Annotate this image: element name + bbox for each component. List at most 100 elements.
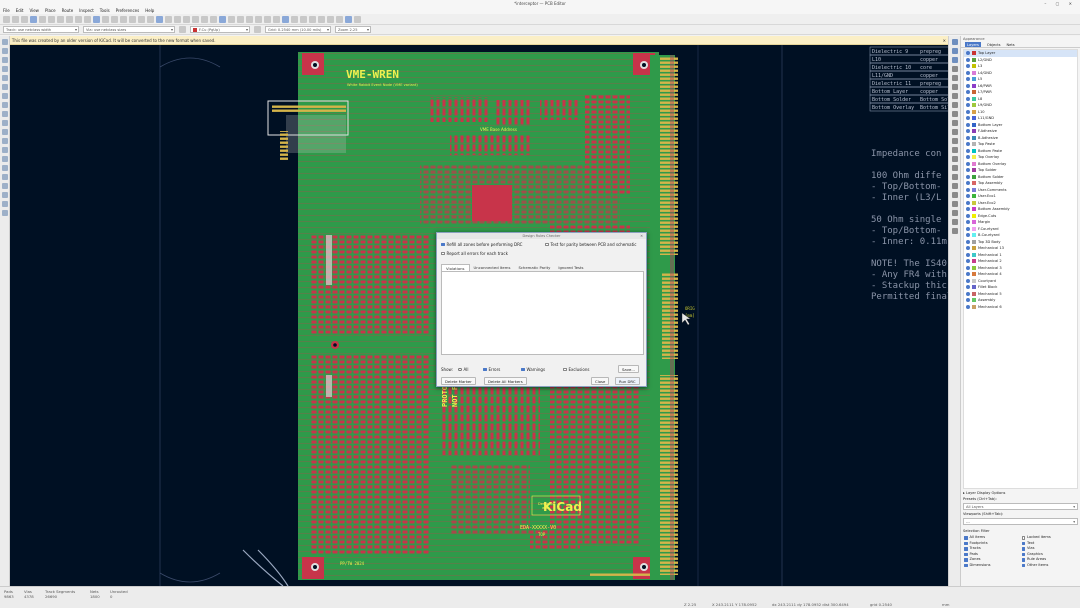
toolbar-button-icon[interactable] bbox=[120, 15, 127, 23]
layer-color-swatch[interactable] bbox=[972, 252, 976, 257]
left-tool-icon[interactable] bbox=[2, 75, 8, 81]
layer-select[interactable]: F.Cu (PgUp) bbox=[190, 26, 250, 33]
visibility-icon[interactable] bbox=[966, 135, 970, 140]
grid-icon[interactable] bbox=[254, 26, 261, 33]
layer-display-options[interactable]: ▸ Layer Display Options bbox=[963, 491, 1078, 495]
filter-checkbox[interactable] bbox=[964, 547, 968, 551]
layer-color-swatch[interactable] bbox=[972, 246, 976, 251]
layer-color-swatch[interactable] bbox=[972, 298, 976, 303]
left-tool-icon[interactable] bbox=[2, 138, 8, 144]
report-all-option[interactable]: Report all errors for each track bbox=[441, 251, 508, 256]
layer-color-swatch[interactable] bbox=[972, 207, 976, 212]
toolbar-button-icon[interactable] bbox=[291, 15, 298, 23]
report-all-checkbox[interactable] bbox=[441, 251, 445, 256]
refill-zones-checkbox[interactable] bbox=[441, 242, 445, 247]
toolbar-button-icon[interactable] bbox=[318, 15, 325, 23]
right-tool-icon[interactable] bbox=[952, 111, 958, 117]
toolbar-button-icon[interactable] bbox=[165, 15, 172, 23]
layer-color-swatch[interactable] bbox=[972, 285, 976, 290]
visibility-icon[interactable] bbox=[966, 129, 970, 134]
right-tool-icon[interactable] bbox=[952, 210, 958, 216]
filter-checkbox[interactable] bbox=[1021, 547, 1025, 551]
toolbar-button-icon[interactable] bbox=[48, 15, 55, 23]
layer-color-swatch[interactable] bbox=[972, 278, 976, 283]
toolbar-button-icon[interactable] bbox=[228, 15, 235, 23]
visibility-icon[interactable] bbox=[966, 116, 970, 121]
visibility-icon[interactable] bbox=[966, 233, 970, 238]
menu-file[interactable]: File bbox=[3, 7, 10, 14]
toolbar-button-icon[interactable] bbox=[147, 15, 154, 23]
left-tool-icon[interactable] bbox=[2, 201, 8, 207]
visibility-icon[interactable] bbox=[966, 161, 970, 166]
filter-checkbox[interactable] bbox=[1021, 552, 1025, 556]
right-tool-icon[interactable] bbox=[952, 183, 958, 189]
visibility-icon[interactable] bbox=[966, 194, 970, 199]
visibility-icon[interactable] bbox=[966, 174, 970, 179]
right-tool-icon[interactable] bbox=[952, 147, 958, 153]
visibility-icon[interactable] bbox=[966, 246, 970, 251]
visibility-icon[interactable] bbox=[966, 57, 970, 62]
filter-checkbox[interactable] bbox=[964, 536, 968, 540]
right-tool-icon[interactable] bbox=[952, 57, 958, 63]
visibility-icon[interactable] bbox=[966, 64, 970, 69]
layer-color-swatch[interactable] bbox=[972, 291, 976, 296]
toolbar-button-icon[interactable] bbox=[300, 15, 307, 23]
visibility-icon[interactable] bbox=[966, 90, 970, 95]
save-button[interactable]: Save... bbox=[618, 365, 639, 373]
toolbar-button-icon[interactable] bbox=[84, 15, 91, 23]
left-tool-icon[interactable] bbox=[2, 156, 8, 162]
filter-checkbox[interactable] bbox=[964, 563, 968, 567]
menu-preferences[interactable]: Preferences bbox=[116, 7, 140, 14]
visibility-icon[interactable] bbox=[966, 96, 970, 101]
layer-color-swatch[interactable] bbox=[972, 116, 976, 121]
toolbar-button-icon[interactable] bbox=[273, 15, 280, 23]
toolbar-button-icon[interactable] bbox=[30, 15, 37, 23]
tab-violations[interactable]: Violations bbox=[441, 264, 470, 271]
left-tool-icon[interactable] bbox=[2, 48, 8, 54]
visibility-icon[interactable] bbox=[966, 142, 970, 147]
toolbar-button-icon[interactable] bbox=[219, 15, 226, 23]
left-tool-icon[interactable] bbox=[2, 66, 8, 72]
layer-color-swatch[interactable] bbox=[972, 70, 976, 75]
toolbar-button-icon[interactable] bbox=[102, 15, 109, 23]
toolbar-button-icon[interactable] bbox=[327, 15, 334, 23]
layer-color-swatch[interactable] bbox=[972, 194, 976, 199]
layer-color-swatch[interactable] bbox=[972, 64, 976, 69]
visibility-icon[interactable] bbox=[966, 285, 970, 290]
right-tool-icon[interactable] bbox=[952, 138, 958, 144]
right-tool-icon[interactable] bbox=[952, 39, 958, 45]
left-tool-icon[interactable] bbox=[2, 57, 8, 63]
toolbar-button-icon[interactable] bbox=[39, 15, 46, 23]
filter-warnings-checkbox[interactable] bbox=[521, 367, 525, 372]
visibility-icon[interactable] bbox=[966, 187, 970, 192]
toolbar-button-icon[interactable] bbox=[210, 15, 217, 23]
visibility-icon[interactable] bbox=[966, 278, 970, 283]
left-tool-icon[interactable] bbox=[2, 111, 8, 117]
schematic-parity-checkbox[interactable] bbox=[545, 242, 549, 247]
left-tool-icon[interactable] bbox=[2, 39, 8, 45]
layer-color-swatch[interactable] bbox=[972, 155, 976, 160]
delete-marker-button[interactable]: Delete Marker bbox=[441, 377, 476, 385]
right-tool-icon[interactable] bbox=[952, 84, 958, 90]
layer-color-swatch[interactable] bbox=[972, 122, 976, 127]
menu-help[interactable]: Help bbox=[145, 7, 154, 14]
layer-color-swatch[interactable] bbox=[972, 135, 976, 140]
filter-all-radio[interactable] bbox=[458, 367, 462, 372]
left-tool-icon[interactable] bbox=[2, 210, 8, 216]
layer-color-swatch[interactable] bbox=[972, 96, 976, 101]
visibility-icon[interactable] bbox=[966, 77, 970, 82]
toolbar-button-icon[interactable] bbox=[255, 15, 262, 23]
right-tool-icon[interactable] bbox=[952, 93, 958, 99]
toolbar-button-icon[interactable] bbox=[12, 15, 19, 23]
layer-color-swatch[interactable] bbox=[972, 220, 976, 225]
right-tool-icon[interactable] bbox=[952, 174, 958, 180]
track-width-select[interactable]: Track: use netclass width bbox=[3, 26, 79, 33]
left-tool-icon[interactable] bbox=[2, 174, 8, 180]
toolbar-button-icon[interactable] bbox=[246, 15, 253, 23]
layer-color-swatch[interactable] bbox=[972, 83, 976, 88]
violations-list[interactable] bbox=[441, 271, 644, 355]
filter-checkbox[interactable] bbox=[964, 552, 968, 556]
filter-checkbox[interactable] bbox=[1021, 558, 1025, 562]
viewports-select[interactable]: --- bbox=[963, 518, 1078, 525]
visibility-icon[interactable] bbox=[966, 213, 970, 218]
